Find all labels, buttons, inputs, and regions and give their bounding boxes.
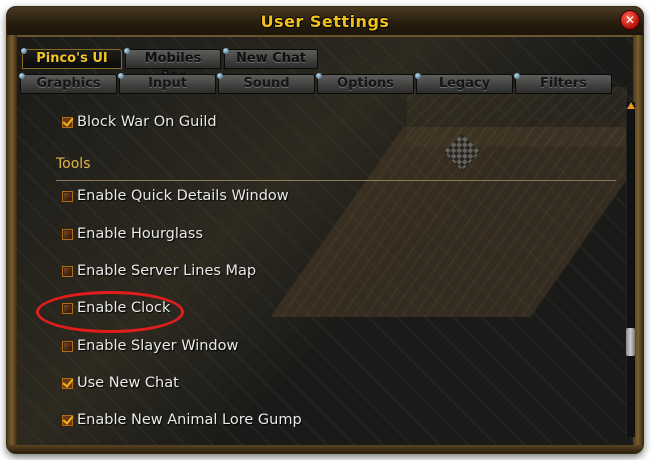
option-label: Enable Hourglass bbox=[77, 226, 203, 242]
title-bar[interactable]: User Settings ✕ bbox=[7, 7, 643, 37]
option-label: Enable Quick Details Window bbox=[77, 188, 289, 204]
tab-sound[interactable]: Sound bbox=[217, 73, 315, 94]
checkbox-checked-icon[interactable] bbox=[62, 116, 73, 128]
secondary-tab-row: Graphics Input Sound Options Legacy Filt… bbox=[19, 73, 612, 94]
window-frame-left bbox=[7, 35, 17, 453]
checkbox-unchecked-icon[interactable] bbox=[62, 190, 73, 202]
checkbox-checked-icon[interactable] bbox=[62, 414, 73, 426]
option-label: Use New Chat bbox=[77, 375, 179, 391]
vertical-scrollbar[interactable] bbox=[626, 102, 635, 437]
tab-mobiles-bar[interactable]: Mobiles Bar bbox=[124, 48, 221, 84]
tab-pincos-ui[interactable]: Pinco's UI bbox=[21, 48, 122, 69]
option-enable-server-lines-map[interactable]: Enable Server Lines Map bbox=[62, 263, 256, 279]
checkbox-unchecked-icon[interactable] bbox=[62, 340, 73, 352]
option-enable-quick-details-window[interactable]: Enable Quick Details Window bbox=[62, 188, 289, 204]
close-icon[interactable]: ✕ bbox=[620, 10, 640, 30]
option-label: Block War On Guild bbox=[77, 114, 217, 130]
window-title: User Settings bbox=[260, 12, 390, 31]
highlight-circle-annotation bbox=[36, 291, 184, 333]
scrollbar-thumb[interactable] bbox=[626, 328, 635, 356]
window-frame-bottom bbox=[7, 445, 643, 453]
option-label: Enable Server Lines Map bbox=[77, 263, 257, 279]
checkbox-checked-icon[interactable] bbox=[62, 377, 73, 389]
section-divider bbox=[56, 180, 616, 181]
option-enable-slayer-window[interactable]: Enable Slayer Window bbox=[62, 338, 238, 354]
option-label: Enable New Animal Lore Gump bbox=[77, 412, 302, 428]
option-enable-hourglass[interactable]: Enable Hourglass bbox=[62, 226, 203, 242]
option-label: Enable Slayer Window bbox=[77, 338, 239, 354]
option-use-new-chat[interactable]: Use New Chat bbox=[62, 375, 179, 391]
checkbox-unchecked-icon[interactable] bbox=[62, 228, 73, 240]
option-enable-new-animal-lore-gump[interactable]: Enable New Animal Lore Gump bbox=[62, 412, 302, 428]
checkbox-unchecked-icon[interactable] bbox=[62, 265, 73, 277]
tab-new-chat[interactable]: New Chat bbox=[223, 48, 318, 69]
tab-options[interactable]: Options bbox=[316, 73, 414, 94]
tab-legacy[interactable]: Legacy bbox=[415, 73, 513, 94]
tab-input[interactable]: Input bbox=[118, 73, 216, 94]
tab-graphics[interactable]: Graphics bbox=[19, 73, 117, 94]
tab-filters[interactable]: Filters bbox=[514, 73, 612, 94]
primary-tab-row: Pinco's UI Mobiles Bar New Chat bbox=[21, 48, 318, 84]
settings-list: Block War On Guild Tools Enable Quick De… bbox=[36, 100, 616, 438]
scroll-up-arrow-icon[interactable] bbox=[627, 102, 635, 109]
option-block-war-on-guild[interactable]: Block War On Guild bbox=[62, 114, 217, 130]
section-title-tools: Tools bbox=[56, 156, 91, 172]
